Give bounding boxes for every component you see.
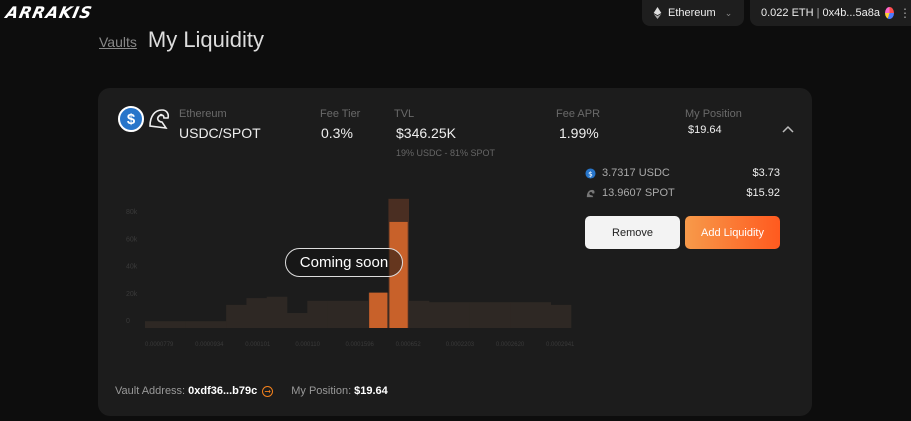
vault-footer: Vault Address: 0xdf36...b79c ➞ My Positi… (115, 385, 388, 397)
x-tick-label: 0.000652 (396, 342, 422, 348)
chart-bar (489, 302, 511, 328)
page-title: My Liquidity (147, 27, 265, 52)
x-tick-label: 0.0002203 (446, 342, 475, 348)
y-tick-label: 40k (126, 264, 138, 271)
footer-position-label: My Position: (291, 385, 352, 397)
tvl-value: $346.25K (396, 125, 456, 141)
chart-bar-active (369, 292, 388, 328)
x-tick-label: 0.0000779 (145, 342, 174, 348)
x-tick-label: 0.000110 (295, 342, 320, 348)
holding-row-usdc: $ 3.7317 USDC (585, 167, 670, 179)
remove-button[interactable]: Remove (585, 216, 680, 249)
chart-bar (205, 321, 227, 328)
top-bar: ARRAKIS Ethereum ⌄ 0.022 ETH | 0x4b...5a… (0, 0, 911, 30)
holding-amount: 3.7317 USDC (602, 167, 670, 179)
token-pair-icons: $ (118, 106, 178, 136)
chart-bar (429, 302, 450, 328)
y-tick-label: 20k (126, 291, 138, 298)
account-button[interactable]: 0.022 ETH | 0x4b...5a8a ⋮ (750, 0, 911, 26)
my-position-value: $19.64 (688, 124, 722, 136)
tvl-split: 19% USDC - 81% SPOT (396, 148, 496, 158)
chart-bar (530, 302, 552, 328)
holding-row-spot: 13.9607 SPOT (585, 187, 675, 199)
spot-icon (149, 109, 170, 130)
chevron-down-icon: ⌄ (724, 7, 733, 18)
chart-bar (185, 321, 207, 328)
network-selector[interactable]: Ethereum ⌄ (642, 0, 744, 26)
chart-bar (449, 302, 470, 328)
vault-network-label: Ethereum (179, 108, 227, 120)
avatar (884, 7, 894, 19)
y-tick-label: 80k (126, 209, 138, 216)
account-address: 0x4b...5a8a (822, 7, 880, 19)
vault-card: $ Ethereum USDC/SPOT Fee Tier 0.3% TVL $… (98, 88, 812, 416)
holding-amount: 13.9607 SPOT (602, 187, 675, 199)
chevron-up-icon[interactable] (781, 124, 795, 134)
my-position-label: My Position (685, 108, 742, 120)
x-tick-label: 0.000101 (245, 342, 271, 348)
chart-bar (226, 304, 247, 328)
x-tick-label: 0.0001596 (346, 342, 375, 348)
chart-bar (347, 300, 369, 328)
x-tick-label: 0.0002941 (546, 342, 575, 348)
chart-bar (246, 298, 268, 328)
y-tick-label: 0 (126, 318, 130, 325)
chart-bar (510, 302, 531, 328)
vault-pair: USDC/SPOT (179, 125, 261, 141)
spot-icon (586, 189, 595, 197)
fee-tier-value: 0.3% (321, 125, 353, 141)
tvl-label: TVL (394, 108, 415, 120)
vault-address-label: Vault Address: (115, 385, 186, 397)
breadcrumb: Vaults My Liquidity (99, 27, 264, 53)
more-menu-icon[interactable]: ⋮ (899, 6, 911, 20)
chart-bar (165, 321, 186, 328)
coming-soon-badge: Coming soon (285, 248, 403, 277)
fee-apr-label: Fee APR (556, 108, 601, 120)
chart-bar (145, 321, 166, 328)
usdc-icon: $ (585, 167, 596, 179)
holding-value: $3.73 (752, 167, 780, 179)
svg-text:$: $ (588, 169, 593, 178)
chart-bar (327, 300, 349, 328)
eth-icon (653, 7, 662, 19)
chart-bar (266, 296, 288, 328)
chart-bar (307, 300, 328, 328)
footer-position-value: $19.64 (354, 385, 388, 397)
x-tick-label: 0.0002620 (496, 342, 525, 348)
x-tick-label: 0.0000934 (195, 342, 224, 348)
account-balance: 0.022 ETH (761, 7, 814, 19)
fee-tier-label: Fee Tier (320, 108, 361, 120)
chart-bar (287, 313, 308, 328)
arrakis-logo[interactable]: ARRAKIS (4, 3, 94, 22)
vault-address[interactable]: 0xdf36...b79c (188, 385, 257, 397)
holding-value: $15.92 (746, 187, 780, 199)
chart-bar (469, 302, 491, 328)
network-label: Ethereum (668, 7, 716, 19)
chart-bar (550, 304, 572, 328)
usdc-icon: $ (118, 106, 144, 132)
fee-apr-value: 1.99% (559, 125, 599, 141)
add-liquidity-button[interactable]: Add Liquidity (685, 216, 780, 249)
external-link-icon[interactable]: ➞ (262, 385, 274, 397)
y-tick-label: 60k (126, 236, 138, 243)
chart-bar (408, 300, 430, 328)
breadcrumb-vaults-link[interactable]: Vaults (99, 34, 137, 50)
